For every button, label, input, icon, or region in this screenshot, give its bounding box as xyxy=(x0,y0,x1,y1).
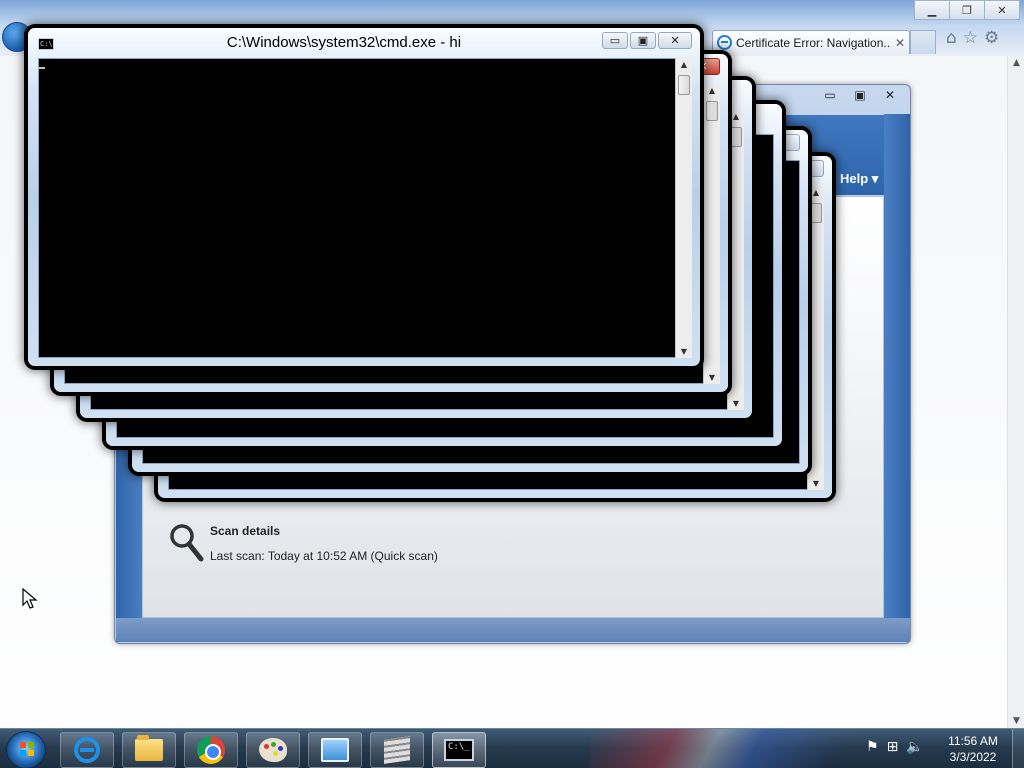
browser-maximize-button[interactable]: ❐ xyxy=(949,0,985,20)
internet-explorer-icon xyxy=(717,35,732,50)
paint-palette-icon xyxy=(259,738,287,762)
internet-explorer-icon xyxy=(74,737,100,763)
browser-command-icons: ⌂ ☆ ⚙ xyxy=(946,28,999,48)
cmd-close-button[interactable]: ✕ xyxy=(658,32,692,49)
browser-window-controls: ▁ ❐ ✕ xyxy=(914,0,1020,20)
cmd-scrollbar[interactable]: ▲ ▼ xyxy=(703,84,720,384)
tab-title: Certificate Error: Navigation... xyxy=(736,35,891,50)
cmd-minimize-button[interactable]: ▭ xyxy=(602,32,628,49)
browser-close-button[interactable]: ✕ xyxy=(984,0,1020,20)
page-scroll-up-icon[interactable]: ▲ xyxy=(1008,58,1024,68)
windows-logo-icon xyxy=(20,742,34,756)
page-scrollbar[interactable]: ▲ ▼ xyxy=(1007,56,1024,728)
app-window-controls: ▭ ▣ ✕ xyxy=(814,85,904,105)
taskbar-firewall[interactable] xyxy=(370,732,424,768)
cmd-scrollbar[interactable]: ▲ ▼ xyxy=(727,110,744,410)
clock-time: 11:56 AM xyxy=(948,734,998,748)
app-footer-band xyxy=(116,618,910,642)
app-minimize-button[interactable]: ▭ xyxy=(816,85,844,105)
home-icon[interactable]: ⌂ xyxy=(946,28,957,48)
chrome-icon xyxy=(197,736,225,764)
cmd-scrollbar[interactable]: ▲ ▼ xyxy=(807,186,824,490)
scroll-thumb[interactable] xyxy=(706,101,718,121)
browser-minimize-button[interactable]: ▁ xyxy=(914,0,950,20)
taskbar-google-chrome[interactable] xyxy=(184,732,238,768)
cmd-scrollbar[interactable]: ▲ ▼ xyxy=(675,58,692,358)
taskbar-windows-explorer[interactable] xyxy=(122,732,176,768)
taskbar-remote-desktop[interactable] xyxy=(308,732,362,768)
scroll-up-icon[interactable]: ▲ xyxy=(676,60,692,69)
show-desktop-button[interactable] xyxy=(1012,729,1024,768)
scroll-thumb[interactable] xyxy=(730,127,742,147)
action-center-flag-icon[interactable]: ⚑ xyxy=(866,739,879,755)
scan-details-title: Scan details xyxy=(210,524,281,538)
tab-close-button[interactable]: ✕ xyxy=(895,36,905,50)
scroll-thumb[interactable] xyxy=(678,75,690,95)
scroll-up-icon[interactable]: ▲ xyxy=(704,86,720,95)
taskbar-wallpaper-art xyxy=(590,729,860,768)
network-icon[interactable]: ⊞ xyxy=(887,739,899,755)
cmd-window-title: C:\Windows\system32\cmd.exe - hi xyxy=(226,34,462,51)
scroll-thumb[interactable] xyxy=(810,203,822,223)
blinking-cursor xyxy=(38,67,45,69)
cmd-window-controls: ▭ ▣ ✕ xyxy=(600,32,692,49)
scroll-down-icon[interactable]: ▼ xyxy=(676,347,692,356)
magnifier-icon xyxy=(170,524,204,562)
taskbar-internet-explorer[interactable] xyxy=(60,732,114,768)
taskbar-paint[interactable] xyxy=(246,732,300,768)
taskbar-command-prompt[interactable]: C:\_ xyxy=(432,732,486,768)
folder-icon xyxy=(135,735,163,761)
help-menu[interactable]: Help ▾ xyxy=(840,171,878,187)
browser-tab[interactable]: Certificate Error: Navigation... ✕ xyxy=(712,30,910,54)
scroll-down-icon[interactable]: ▼ xyxy=(704,373,720,382)
page-scroll-down-icon[interactable]: ▼ xyxy=(1008,716,1024,726)
tools-gear-icon[interactable]: ⚙ xyxy=(984,28,999,48)
cmd-window-main[interactable]: C:\ C:\Windows\system32\cmd.exe - hi ▭ ▣… xyxy=(28,28,700,366)
start-button[interactable] xyxy=(6,731,46,768)
cmd-icon: C:\_ xyxy=(444,739,474,761)
scroll-up-icon[interactable]: ▲ xyxy=(728,112,744,121)
favorites-star-icon[interactable]: ☆ xyxy=(963,28,978,48)
scroll-down-icon[interactable]: ▼ xyxy=(808,479,824,488)
app-maximize-button[interactable]: ▣ xyxy=(846,85,874,105)
cmd-maximize-button[interactable]: ▣ xyxy=(630,32,656,49)
cmd-console-area[interactable] xyxy=(38,58,692,358)
clock-date: 3/3/2022 xyxy=(949,750,997,764)
scroll-down-icon[interactable]: ▼ xyxy=(728,399,744,408)
taskbar: C:\_ ⚑ ⊞ 🔈 11:56 AM 3/3/2022 xyxy=(0,728,1024,768)
last-scan-text: Last scan: Today at 10:52 AM (Quick scan… xyxy=(210,549,438,563)
monitor-icon xyxy=(321,738,349,762)
system-clock[interactable]: 11:56 AM 3/3/2022 xyxy=(940,733,1006,765)
brick-wall-icon xyxy=(384,736,410,764)
app-close-button[interactable]: ✕ xyxy=(876,85,904,105)
new-tab-button[interactable] xyxy=(910,30,936,54)
scroll-up-icon[interactable]: ▲ xyxy=(808,188,824,197)
system-tray: ⚑ ⊞ 🔈 xyxy=(866,739,924,755)
mouse-pointer-icon xyxy=(22,588,38,609)
volume-icon[interactable]: 🔈 xyxy=(906,739,923,755)
app-right-band xyxy=(884,114,910,642)
cmd-icon[interactable]: C:\ xyxy=(38,38,54,50)
